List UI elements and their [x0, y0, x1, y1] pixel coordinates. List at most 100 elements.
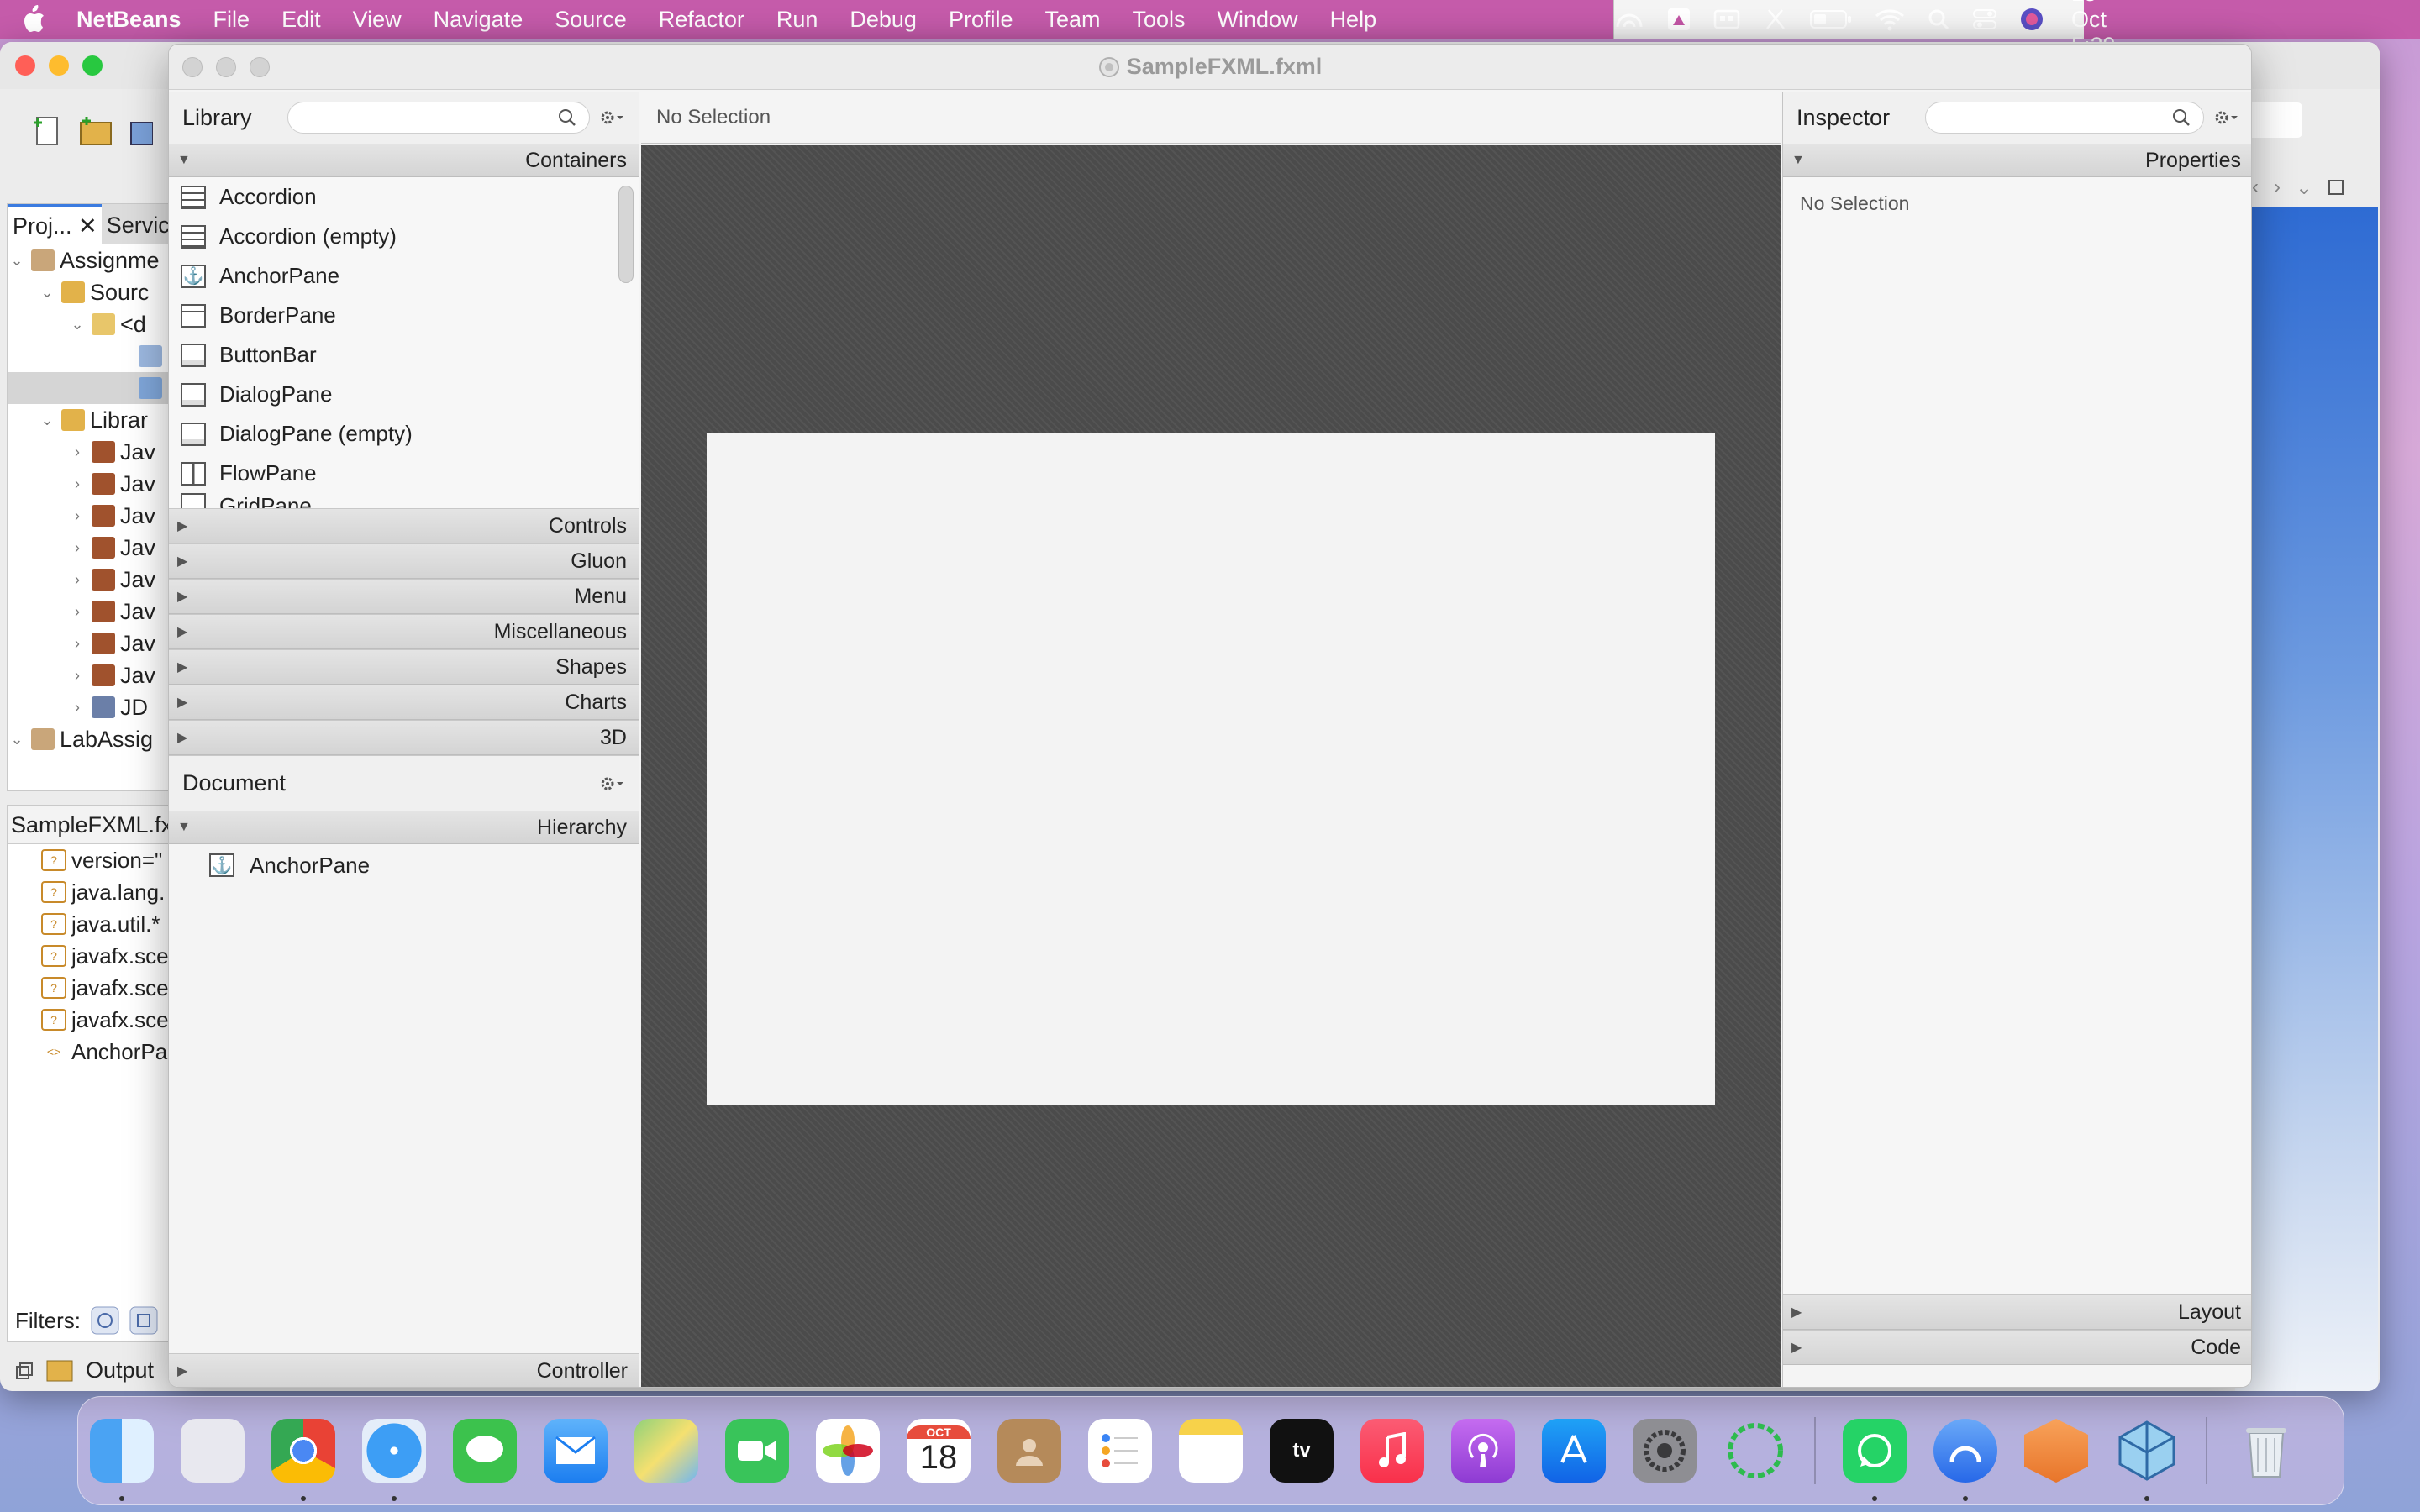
contacts-icon[interactable] [997, 1419, 1061, 1483]
new-project-icon[interactable] [77, 114, 114, 148]
menu-app-name[interactable]: NetBeans [60, 7, 197, 33]
gear-icon[interactable] [2214, 109, 2239, 126]
trash-icon[interactable] [2234, 1419, 2298, 1483]
menu-navigate[interactable]: Navigate [418, 7, 539, 33]
tab-services[interactable]: Servic [102, 204, 174, 244]
launchpad-icon[interactable] [181, 1419, 245, 1483]
navigator-row[interactable]: ? java.util.* [8, 908, 174, 940]
chevron-right-icon[interactable]: › [68, 507, 87, 525]
navigator-row[interactable]: <> AnchorPa [8, 1036, 174, 1068]
apple-tv-icon[interactable]: tv [1270, 1419, 1334, 1483]
navigator-row[interactable]: ? java.lang. [8, 876, 174, 908]
chevron-right-icon[interactable]: › [68, 698, 87, 717]
chevron-down-icon[interactable]: ⌄ [38, 283, 56, 302]
menu-window[interactable]: Window [1202, 7, 1314, 33]
tree-row[interactable] [8, 340, 174, 372]
notes-icon[interactable] [1179, 1419, 1243, 1483]
close-window-button[interactable] [15, 55, 35, 76]
filter-toggle-icon[interactable] [129, 1306, 158, 1335]
tab-projects[interactable]: Proj... ✕ [8, 204, 102, 244]
library-item-anchorpane[interactable]: ⚓ AnchorPane [169, 256, 639, 296]
library-search-input[interactable] [287, 102, 590, 134]
finder-icon[interactable] [90, 1419, 154, 1501]
chevron-right-icon[interactable]: › [68, 443, 87, 461]
section-shapes[interactable]: ▶ Shapes [169, 649, 639, 685]
chevron-down-icon[interactable]: ⌄ [8, 730, 26, 748]
section-charts[interactable]: ▶ Charts [169, 685, 639, 720]
library-item-accordion[interactable]: Accordion [169, 177, 639, 217]
pen-slash-icon[interactable] [1762, 7, 1787, 32]
anchorpane-preview[interactable] [707, 433, 1715, 1105]
drive-icon[interactable] [1666, 7, 1691, 32]
minimize-window-button[interactable] [49, 55, 69, 76]
tree-row[interactable]: › Jav [8, 532, 174, 564]
open-project-icon[interactable] [128, 114, 153, 148]
tree-row[interactable]: ⌄ LabAssig [8, 723, 174, 755]
whatsapp-icon[interactable] [1843, 1419, 1907, 1501]
section-miscellaneous[interactable]: ▶ Miscellaneous [169, 614, 639, 649]
tree-row[interactable]: ⌄ Sourc [8, 276, 174, 308]
creative-cloud-icon[interactable] [1614, 8, 1644, 30]
forward-icon[interactable]: › [2274, 176, 2281, 199]
tree-row[interactable] [8, 372, 174, 404]
maps-icon[interactable] [634, 1419, 698, 1483]
library-item-accordion-empty[interactable]: Accordion (empty) [169, 217, 639, 256]
chrome-icon[interactable] [271, 1419, 335, 1501]
airmail-icon[interactable] [1933, 1419, 1997, 1501]
section-controller[interactable]: ▶ Controller [169, 1353, 639, 1387]
loading-circle-icon[interactable] [1723, 1419, 1787, 1483]
navigator-row[interactable]: ? javafx.sce [8, 940, 174, 972]
reminders-icon[interactable] [1088, 1419, 1152, 1483]
tree-row[interactable]: › Jav [8, 659, 174, 691]
menu-profile[interactable]: Profile [933, 7, 1029, 33]
app-store-icon[interactable] [1542, 1419, 1606, 1483]
section-containers[interactable]: ▼ Containers [169, 144, 639, 177]
section-3d[interactable]: ▶ 3D [169, 720, 639, 755]
menu-debug[interactable]: Debug [834, 7, 933, 33]
tree-row[interactable]: › Jav [8, 468, 174, 500]
netbeans-icon[interactable] [2115, 1419, 2179, 1501]
tree-row[interactable]: › JD [8, 691, 174, 723]
hand-pointer-app-icon[interactable] [2024, 1419, 2088, 1483]
zoom-window-button[interactable] [82, 55, 103, 76]
restore-window-icon[interactable] [15, 1362, 34, 1380]
menu-edit[interactable]: Edit [266, 7, 337, 33]
tree-row[interactable]: ⌄ Librar [8, 404, 174, 436]
siri-icon[interactable] [2019, 7, 2044, 32]
navigator-row[interactable]: ? javafx.sce [8, 972, 174, 1004]
photos-icon[interactable] [816, 1419, 880, 1483]
tree-row[interactable]: ⌄ Assignme [8, 244, 174, 276]
spotlight-search-icon[interactable] [1927, 8, 1950, 31]
control-center-icon[interactable] [1972, 8, 1997, 31]
library-item-gridpane[interactable]: GridPane [169, 493, 639, 508]
library-scrollbar[interactable] [618, 186, 634, 283]
output-tab[interactable]: Output [15, 1357, 154, 1383]
section-layout[interactable]: ▶ Layout [1783, 1294, 2251, 1330]
back-icon[interactable]: ‹ [2252, 176, 2259, 199]
podcasts-icon[interactable] [1451, 1419, 1515, 1483]
apple-menu-icon[interactable] [7, 5, 60, 34]
section-properties[interactable]: ▼ Properties [1783, 144, 2251, 177]
menu-view[interactable]: View [337, 7, 418, 33]
close-icon[interactable]: ✕ [78, 213, 97, 239]
chevron-down-icon[interactable]: ⌄ [8, 251, 26, 270]
section-gluon[interactable]: ▶ Gluon [169, 543, 639, 579]
system-settings-icon[interactable] [1633, 1419, 1697, 1483]
facetime-icon[interactable] [725, 1419, 789, 1483]
gear-icon[interactable] [600, 775, 625, 792]
chevron-down-icon[interactable]: ⌄ [2296, 176, 2312, 200]
chevron-right-icon[interactable]: › [68, 602, 87, 621]
tree-row[interactable]: › Jav [8, 564, 174, 596]
tree-row[interactable]: › Jav [8, 500, 174, 532]
keyboard-icon[interactable] [1713, 8, 1740, 31]
wifi-icon[interactable] [1875, 8, 1905, 31]
maximize-icon[interactable] [2328, 179, 2344, 196]
menu-source[interactable]: Source [539, 7, 643, 33]
menu-tools[interactable]: Tools [1117, 7, 1202, 33]
library-item-buttonbar[interactable]: ButtonBar [169, 335, 639, 375]
calendar-icon[interactable]: OCT 18 [907, 1419, 971, 1483]
menu-file[interactable]: File [197, 7, 266, 33]
menu-run[interactable]: Run [760, 7, 834, 33]
section-code[interactable]: ▶ Code [1783, 1330, 2251, 1365]
messages-icon[interactable] [453, 1419, 517, 1483]
